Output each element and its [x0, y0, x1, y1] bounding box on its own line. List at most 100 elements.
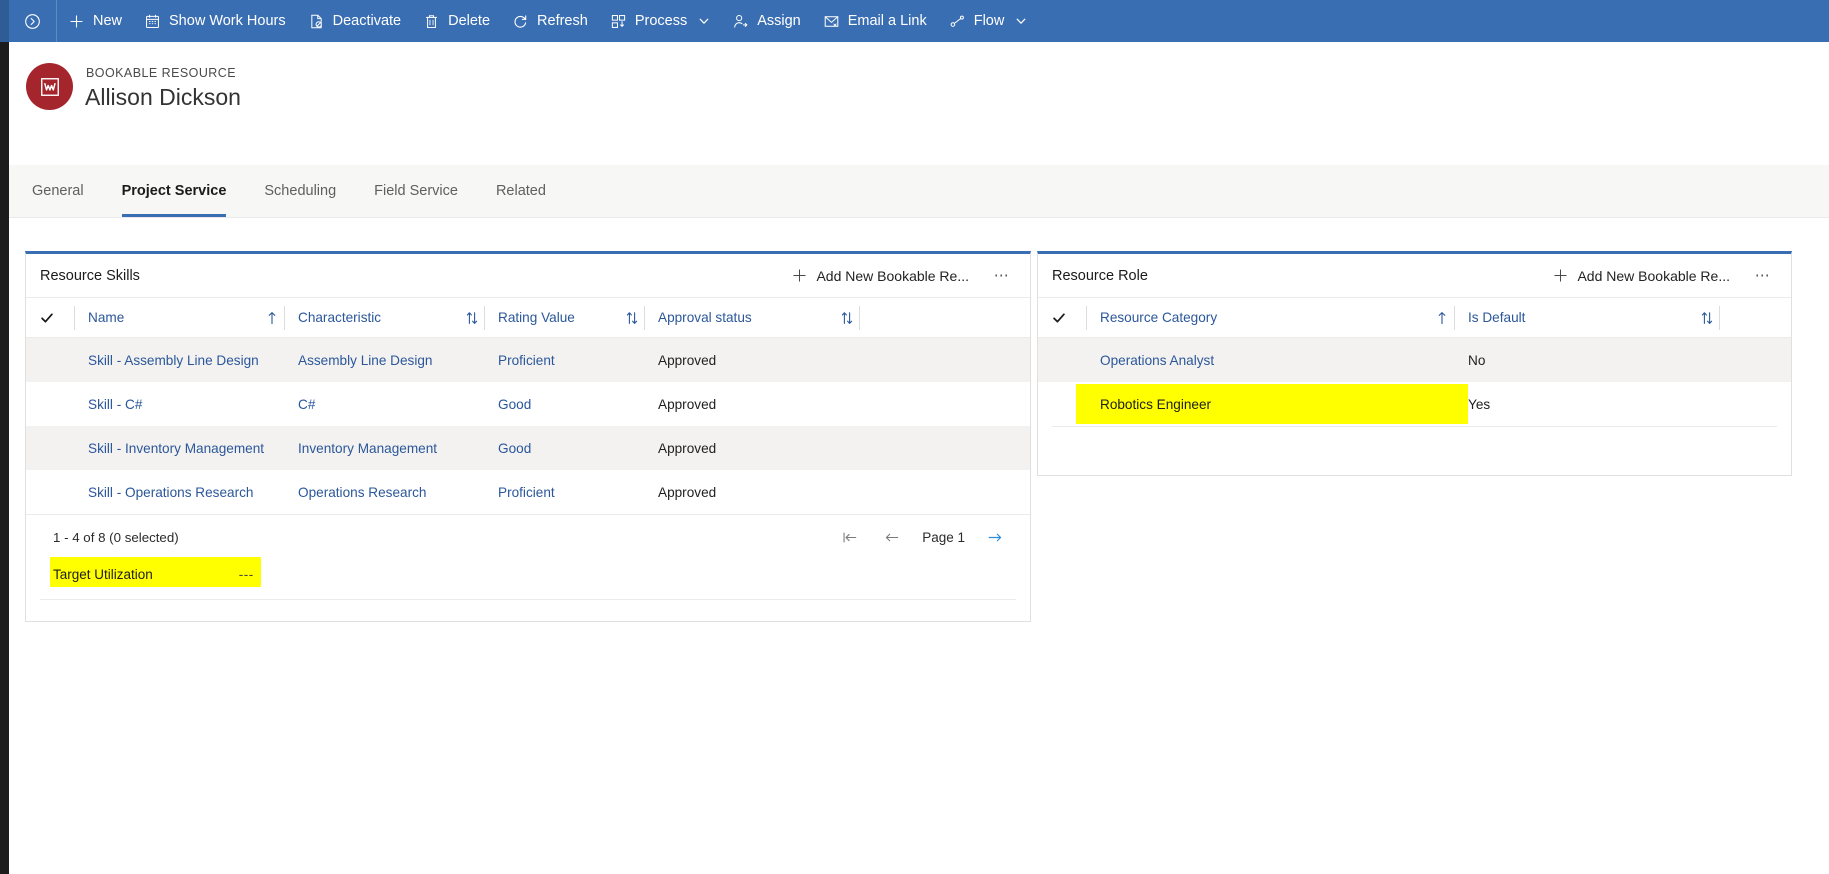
previous-page-icon [886, 533, 899, 542]
process-button[interactable]: Process [599, 0, 721, 42]
trash-icon [426, 14, 438, 28]
resource-skills-grid: Name Characteristic Rating Value Approva… [26, 298, 1030, 600]
column-header-name[interactable]: Name [74, 305, 284, 330]
resource-skills-more-commands-button[interactable]: ⋯ [989, 264, 1015, 288]
sort-ascending-icon [258, 311, 278, 325]
deactivate-icon [310, 14, 322, 28]
table-row[interactable]: Skill - Inventory Management Inventory M… [26, 426, 1030, 470]
email-icon [824, 15, 839, 27]
column-header-edge [1719, 305, 1720, 330]
table-row[interactable]: Skill - Assembly Line Design Assembly Li… [26, 338, 1030, 382]
first-page-icon [843, 532, 857, 543]
tab-related-label: Related [495, 182, 546, 199]
plus-icon [793, 269, 807, 282]
cell-name[interactable]: Skill - Operations Research [74, 470, 284, 514]
cell-name[interactable]: Skill - C# [74, 382, 284, 426]
resource-role-more-commands-button[interactable]: ⋯ [1750, 264, 1776, 288]
assign-button[interactable]: Assign [721, 0, 812, 42]
column-header-resource-category-label: Resource Category [1100, 310, 1218, 325]
target-utilization-value[interactable]: --- [239, 567, 254, 582]
refresh-button[interactable]: Refresh [501, 0, 599, 42]
column-header-edge [859, 305, 860, 330]
resource-role-grid-divider [1052, 426, 1777, 427]
page-number-label: Page 1 [922, 530, 965, 545]
tab-project-service[interactable]: Project Service [106, 164, 243, 217]
target-utilization-label: Target Utilization [53, 566, 153, 582]
show-work-hours-button[interactable]: Show Work Hours [133, 0, 297, 42]
tab-scheduling[interactable]: Scheduling [248, 164, 352, 217]
select-all-checkbox[interactable] [40, 311, 74, 325]
column-header-rating-value-label: Rating Value [498, 310, 575, 325]
resource-role-grid: Resource Category Is Default Operations … [1038, 298, 1791, 427]
ellipsis-icon: ⋯ [1754, 267, 1772, 284]
resource-skills-header: Resource Skills Add New Bookable Re... ⋯ [26, 254, 1030, 298]
tab-field-service[interactable]: Field Service [358, 164, 474, 217]
plus-icon [70, 14, 83, 28]
table-row[interactable]: Robotics Engineer Yes [1038, 382, 1791, 426]
cell-rating-value[interactable]: Good [484, 382, 644, 426]
sort-toggle-icon [458, 311, 478, 325]
command-bar: New Show Work Hours Deactivate Delete Re… [9, 0, 1829, 42]
column-header-rating-value[interactable]: Rating Value [484, 305, 644, 330]
resource-skills-panel: Resource Skills Add New Bookable Re... ⋯ [25, 251, 1031, 622]
tab-general-label: General [32, 182, 84, 199]
cell-characteristic[interactable]: Operations Research [284, 470, 484, 514]
form-canvas: Resource Skills Add New Bookable Re... ⋯ [9, 218, 1829, 874]
plus-icon [1554, 269, 1568, 282]
cell-rating-value[interactable]: Good [484, 426, 644, 470]
first-page-button[interactable] [829, 523, 871, 553]
column-header-name-label: Name [88, 310, 125, 325]
email-a-link-button[interactable]: Email a Link [812, 0, 938, 42]
entity-type-label: BOOKABLE RESOURCE [86, 66, 237, 80]
column-header-characteristic[interactable]: Characteristic [284, 305, 484, 330]
cell-approval-status: Approved [658, 352, 717, 368]
column-header-characteristic-label: Characteristic [298, 310, 382, 325]
sort-toggle-icon [1693, 311, 1713, 325]
delete-label: Delete [448, 13, 491, 29]
resource-skills-grid-footer: 1 - 4 of 8 (0 selected) Page 1 [26, 514, 1030, 560]
previous-page-button[interactable] [871, 523, 913, 553]
flow-button[interactable]: Flow [938, 0, 1039, 42]
cell-rating-value[interactable]: Proficient [484, 338, 644, 382]
chevron-circle-right-icon [25, 13, 40, 29]
cell-name[interactable]: Skill - Assembly Line Design [74, 338, 284, 382]
expand-command-bar-button[interactable] [9, 0, 56, 42]
delete-button[interactable]: Delete [412, 0, 501, 42]
sort-toggle-icon [618, 311, 638, 325]
cell-name[interactable]: Skill - Inventory Management [74, 426, 284, 470]
cell-resource-category[interactable]: Robotics Engineer [1086, 382, 1454, 426]
table-row[interactable]: Operations Analyst No [1038, 338, 1791, 382]
tab-related[interactable]: Related [480, 164, 562, 217]
tab-general[interactable]: General [16, 164, 100, 217]
avatar [26, 63, 73, 110]
table-row[interactable]: Skill - Operations Research Operations R… [26, 470, 1030, 514]
cell-approval-status: Approved [658, 440, 717, 456]
deactivate-button[interactable]: Deactivate [297, 0, 413, 42]
next-page-button[interactable] [974, 523, 1016, 553]
person-icon [734, 14, 748, 27]
cell-characteristic[interactable]: Inventory Management [284, 426, 484, 470]
select-all-checkbox[interactable] [1052, 311, 1086, 325]
column-header-resource-category[interactable]: Resource Category [1086, 305, 1454, 330]
form-tab-strip: General Project Service Scheduling Field… [9, 165, 1829, 218]
process-icon [611, 14, 625, 28]
resource-role-header: Resource Role Add New Bookable Re... ⋯ [1038, 254, 1791, 298]
resource-skills-actions: Add New Bookable Re... ⋯ [784, 263, 1015, 289]
page-title: Allison Dickson [85, 84, 241, 110]
cell-resource-category[interactable]: Operations Analyst [1086, 338, 1454, 382]
cell-rating-value[interactable]: Proficient [484, 470, 644, 514]
add-new-bookable-resource-category-label: Add New Bookable Re... [1577, 267, 1730, 284]
column-header-approval-status[interactable]: Approval status [644, 305, 859, 330]
tab-field-service-label: Field Service [374, 182, 458, 199]
table-row[interactable]: Skill - C# C# Good Approved [26, 382, 1030, 426]
add-new-bookable-resource-skill-button[interactable]: Add New Bookable Re... [784, 263, 977, 289]
assign-label: Assign [757, 13, 801, 29]
show-work-hours-label: Show Work Hours [169, 13, 286, 29]
new-button[interactable]: New [57, 0, 133, 42]
add-new-bookable-resource-category-button[interactable]: Add New Bookable Re... [1545, 263, 1738, 289]
column-header-is-default[interactable]: Is Default [1454, 305, 1719, 330]
cell-characteristic[interactable]: C# [284, 382, 484, 426]
cell-characteristic[interactable]: Assembly Line Design [284, 338, 484, 382]
resource-role-actions: Add New Bookable Re... ⋯ [1545, 263, 1776, 289]
resource-role-grid-header: Resource Category Is Default [1038, 298, 1791, 338]
